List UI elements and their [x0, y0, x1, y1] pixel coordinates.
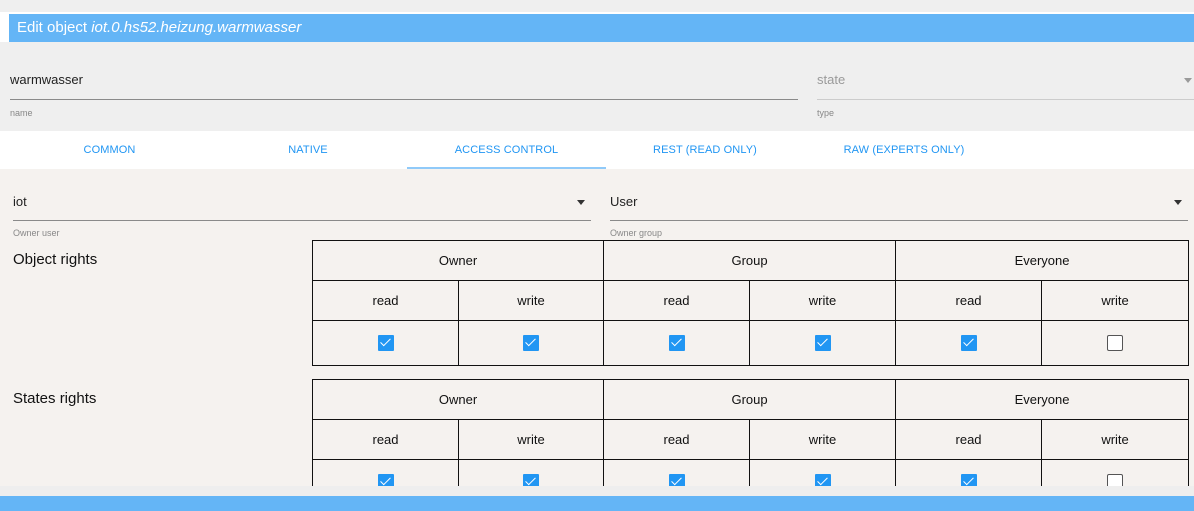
object-rights-owner-header: Owner: [311, 240, 605, 281]
owner-user-select[interactable]: iot: [13, 194, 591, 209]
type-dropdown-icon[interactable]: [1184, 78, 1192, 83]
dialog-action-bar: [0, 486, 1194, 511]
object-everyone-write-checkbox[interactable]: [1107, 335, 1124, 352]
object-rights-label: Object rights: [13, 251, 98, 268]
name-input[interactable]: warmwasser: [10, 72, 798, 87]
type-select[interactable]: state: [817, 72, 1194, 87]
tab-common[interactable]: COMMON: [10, 131, 209, 169]
object-group-read-label: read: [603, 280, 751, 321]
states-everyone-read-label: read: [895, 419, 1043, 460]
states-owner-write-checkbox[interactable]: [523, 474, 539, 486]
owner-group-field[interactable]: User Owner group: [610, 194, 1188, 240]
states-rights-group-header: Group: [603, 379, 897, 420]
object-owner-read-label: read: [312, 280, 459, 321]
states-owner-read-label: read: [312, 419, 459, 460]
object-owner-write-label: write: [457, 280, 605, 321]
object-everyone-write-label: write: [1041, 280, 1190, 321]
tab-rest[interactable]: REST (READ ONLY): [606, 131, 804, 169]
access-control-panel: iot Owner user User Owner group Object r…: [0, 169, 1194, 486]
states-everyone-write-label: write: [1041, 419, 1190, 460]
states-rights-everyone-header: Everyone: [895, 379, 1190, 420]
owner-group-underline: [610, 220, 1188, 221]
tab-raw[interactable]: RAW (EXPERTS ONLY): [804, 131, 1004, 169]
states-owner-read-checkbox[interactable]: [377, 474, 394, 486]
name-hint: name: [10, 108, 33, 118]
owner-user-hint: Owner user: [13, 228, 60, 238]
tab-access-control[interactable]: ACCESS CONTROL: [407, 131, 606, 169]
states-everyone-write-checkbox[interactable]: [1107, 474, 1124, 486]
name-underline: [10, 99, 798, 100]
object-rights-group-header: Group: [603, 240, 897, 281]
object-rights-everyone-header: Everyone: [895, 240, 1190, 281]
owner-group-dropdown-icon[interactable]: [1174, 200, 1182, 205]
states-rights-owner-header: Owner: [311, 379, 605, 420]
object-header: warmwasser name state type: [0, 42, 1194, 131]
object-rights-table: Owner Group Everyone read write read wri…: [311, 240, 1190, 366]
dialog-title-prefix: Edit object: [17, 19, 88, 36]
object-owner-read-checkbox[interactable]: [377, 335, 394, 352]
type-underline: [817, 99, 1194, 100]
action-bar-background: [0, 496, 1194, 511]
top-strip: [0, 0, 1194, 12]
dialog-title-bar: Edit object iot.0.hs52.heizung.warmwasse…: [9, 14, 1194, 42]
owner-user-dropdown-icon[interactable]: [577, 200, 585, 205]
states-group-read-checkbox[interactable]: [668, 474, 685, 486]
tab-bar: COMMON NATIVE ACCESS CONTROL REST (READ …: [10, 131, 1194, 169]
object-everyone-read-label: read: [895, 280, 1043, 321]
states-group-write-checkbox[interactable]: [814, 474, 831, 486]
states-group-read-label: read: [603, 419, 751, 460]
states-everyone-read-checkbox[interactable]: [960, 474, 977, 486]
owner-group-hint: Owner group: [610, 228, 663, 238]
object-group-write-checkbox[interactable]: [814, 335, 831, 352]
owner-user-field[interactable]: iot Owner user: [13, 194, 591, 240]
object-owner-write-checkbox[interactable]: [523, 335, 539, 352]
states-rights-table: Owner Group Everyone read write read wri…: [311, 379, 1190, 486]
tab-native[interactable]: NATIVE: [209, 131, 407, 169]
owner-user-underline: [13, 220, 591, 221]
type-hint: type: [817, 108, 835, 118]
name-field[interactable]: warmwasser name: [10, 72, 798, 118]
object-group-write-label: write: [749, 280, 897, 321]
states-owner-write-label: write: [457, 419, 605, 460]
states-group-write-label: write: [749, 419, 897, 460]
object-group-read-checkbox[interactable]: [668, 335, 685, 352]
object-everyone-read-checkbox[interactable]: [960, 335, 977, 352]
states-rights-label: States rights: [13, 390, 97, 407]
owner-group-select[interactable]: User: [610, 194, 1188, 209]
type-field[interactable]: state type: [817, 72, 1194, 118]
dialog-object-id: iot.0.hs52.heizung.warmwasser: [91, 19, 302, 36]
